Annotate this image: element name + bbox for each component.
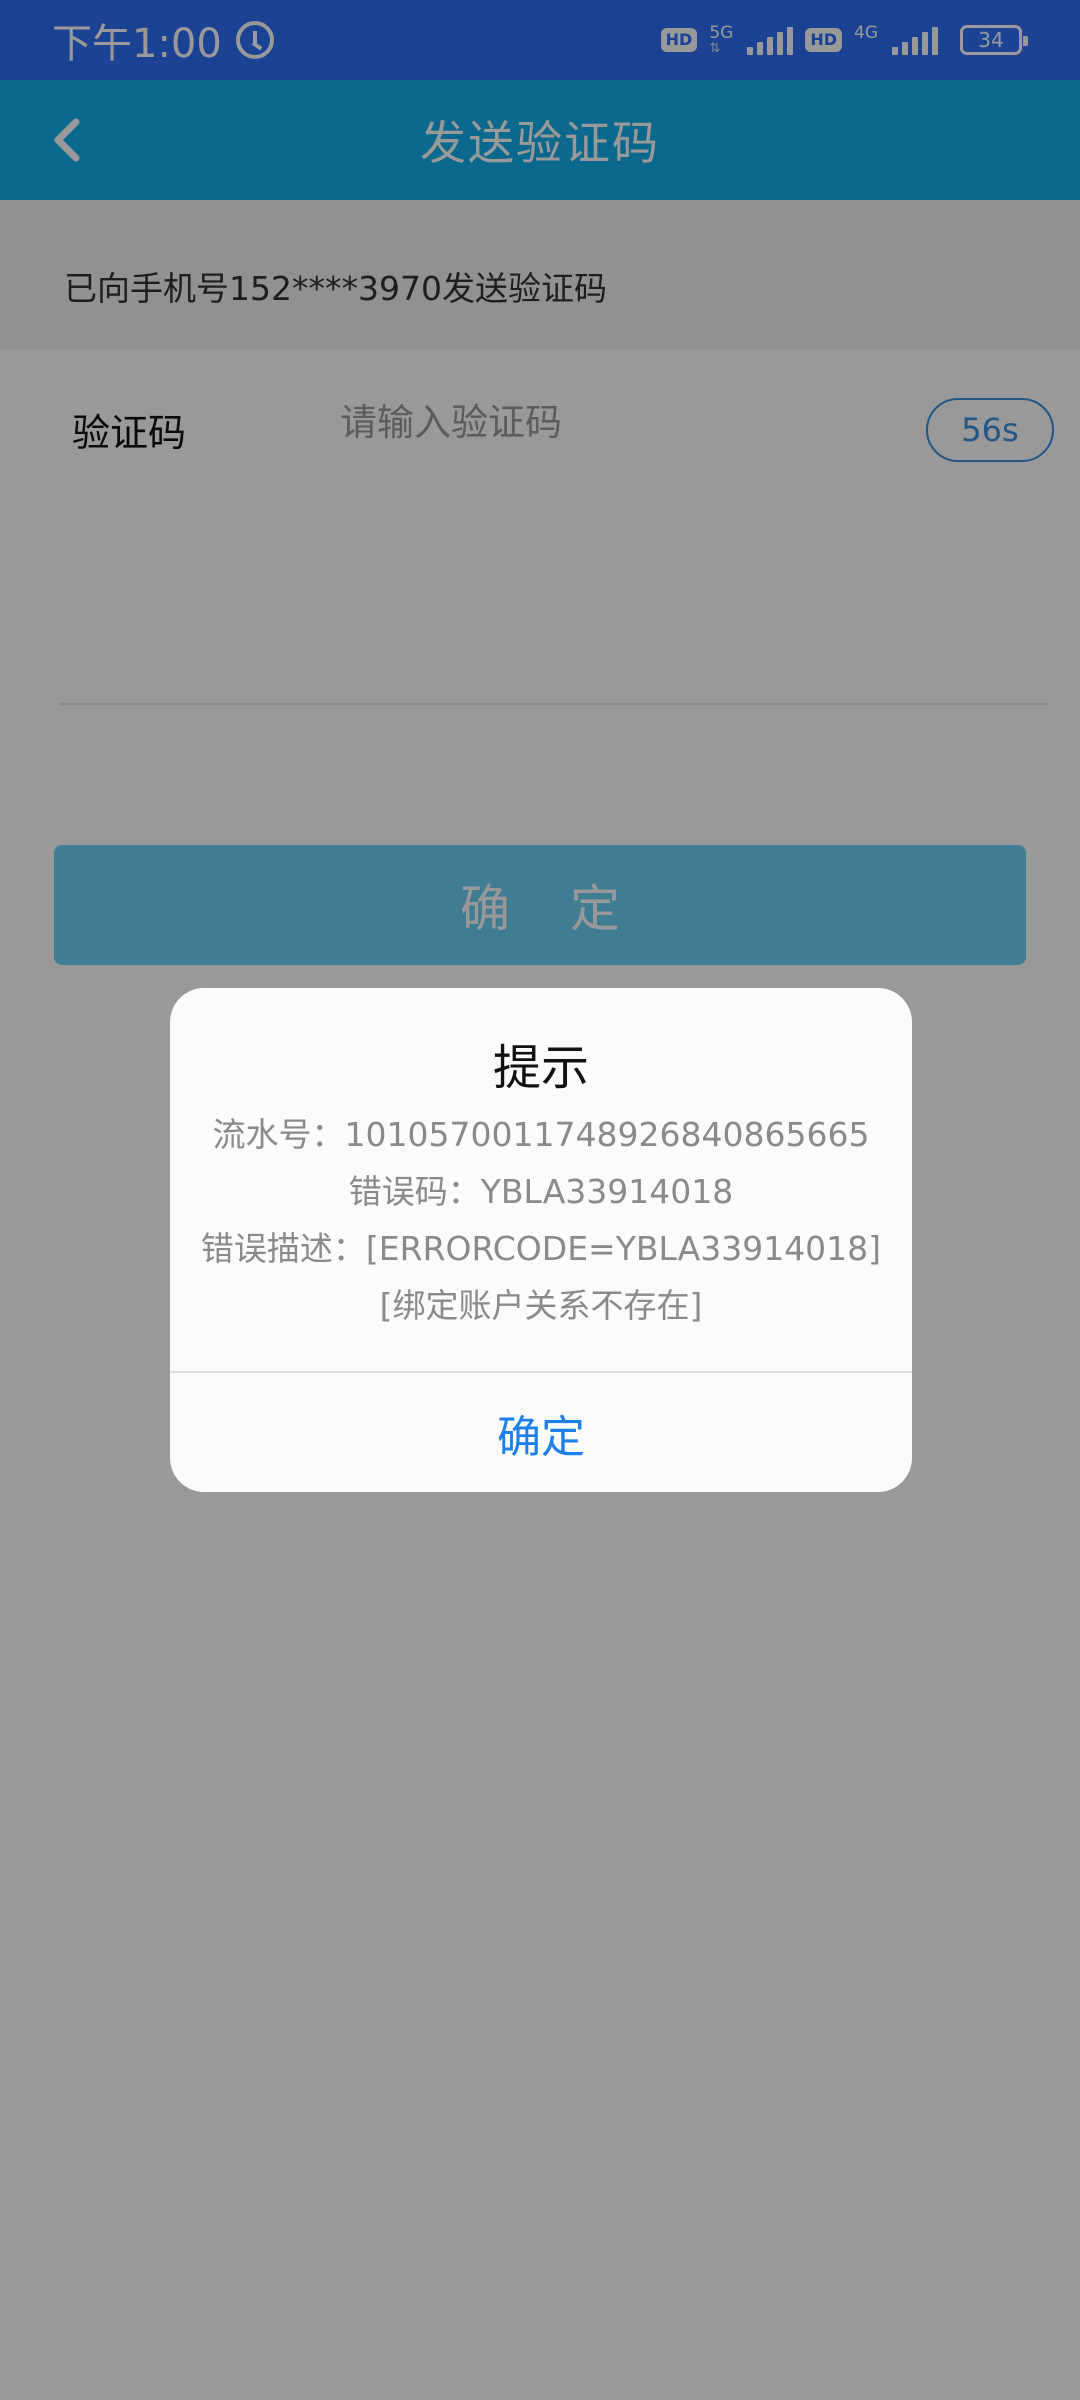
- error-code-line: 错误码：YBLA33914018: [348, 1172, 734, 1211]
- screen: 下午1:00 HD 5G ⇅ HD 4G ⇅ 34: [0, 0, 1080, 2400]
- dialog-confirm-button[interactable]: 确定: [170, 1373, 912, 1492]
- serial-number-line: 流水号：101057001174892684086566​5: [212, 1115, 870, 1154]
- dialog-message: 流水号：101057001174892684086566​5 错误码：YBLA3…: [170, 1106, 912, 1334]
- error-detail-line: [绑定账户关系不存在]: [379, 1286, 703, 1325]
- dialog-title: 提示: [492, 1040, 589, 1096]
- dialog-confirm-label: 确定: [497, 1411, 585, 1463]
- error-desc-line: 错误描述：[ERRORCODE=YBLA33914018]: [200, 1229, 882, 1268]
- alert-dialog: 提示 流水号：101057001174892684086566​5 错误码：YB…: [170, 988, 912, 1492]
